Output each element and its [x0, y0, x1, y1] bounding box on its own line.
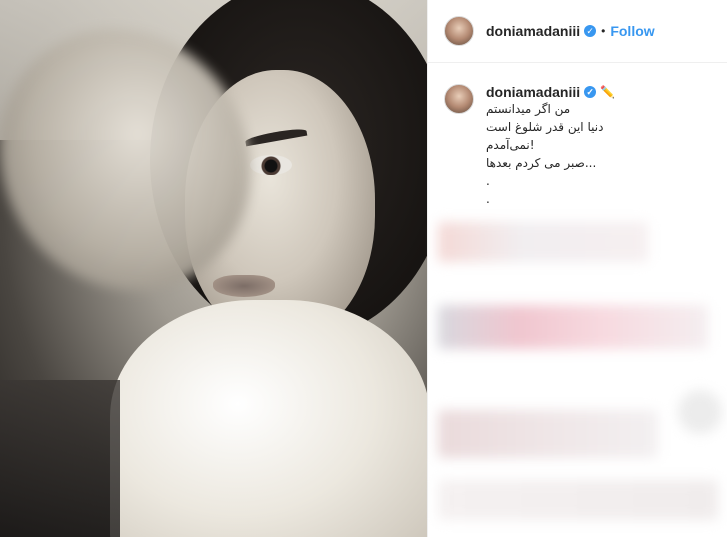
image-scarf — [110, 300, 427, 537]
caption-avatar[interactable] — [444, 84, 474, 114]
caption-line: . — [486, 174, 490, 188]
caption-line: . — [486, 192, 490, 206]
image-shadow — [0, 380, 120, 537]
verified-badge-icon: ✓ — [584, 25, 597, 37]
caption-username-link[interactable]: doniamadaniii — [486, 84, 580, 100]
blurred-comment — [438, 305, 708, 349]
pencil-emoji-icon: ✏️ — [600, 85, 616, 99]
blurred-avatar — [678, 390, 722, 434]
verified-badge-icon: ✓ — [584, 86, 597, 98]
avatar[interactable] — [444, 16, 474, 46]
image-lips — [213, 275, 275, 297]
post-header: doniamadaniii ✓ • Follow — [428, 0, 727, 63]
separator-dot: • — [601, 24, 606, 38]
blurred-comment — [438, 222, 648, 262]
username-link[interactable]: doniamadaniii — [486, 23, 580, 39]
follow-button[interactable]: Follow — [610, 23, 654, 39]
post-caption: doniamadaniii ✓ ✏️ من اگر میدانستم دنیا … — [444, 84, 712, 208]
post-image[interactable] — [0, 0, 427, 537]
caption-line: !نمی‌آمدم — [486, 138, 535, 152]
caption-line: من اگر میدانستم — [486, 102, 571, 116]
image-eye — [250, 155, 292, 175]
post-side-panel: doniamadaniii ✓ • Follow doniamadaniii ✓… — [427, 0, 727, 537]
blurred-comment — [438, 480, 718, 520]
caption-line: ...صبر می کردم بعدها — [486, 156, 597, 170]
caption-line: دنیا این قدر شلوغ است — [486, 120, 604, 134]
blurred-comment — [438, 410, 658, 458]
